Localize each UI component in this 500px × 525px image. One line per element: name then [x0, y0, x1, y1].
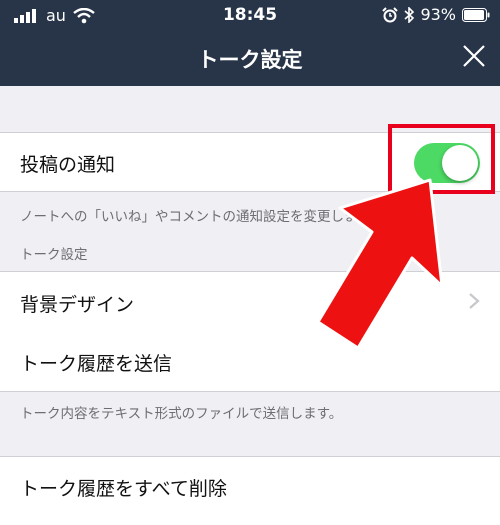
post-notify-label: 投稿の通知	[20, 154, 116, 176]
highlight-box	[388, 124, 495, 194]
alarm-icon	[382, 6, 399, 22]
send-history-row[interactable]: トーク履歴を送信	[0, 331, 500, 392]
bluetooth-icon	[404, 6, 415, 23]
page-title: トーク設定	[197, 48, 303, 72]
post-notify-note: ノートへの「いいね」やコメントの通知設定を変更します。	[20, 209, 384, 225]
status-right: 93%	[376, 5, 490, 24]
chevron-right-icon	[469, 293, 480, 309]
battery-icon	[462, 7, 490, 22]
status-bar: au 18:45 93%	[0, 0, 500, 30]
delete-history-row[interactable]: トーク履歴をすべて削除	[0, 456, 500, 525]
background-design-label: 背景デザイン	[20, 294, 135, 316]
delete-history-label: トーク履歴をすべて削除	[20, 478, 227, 500]
send-history-note: トーク内容をテキスト形式のファイルで送信します。	[20, 406, 343, 422]
close-icon[interactable]	[460, 42, 488, 70]
section-header: トーク設定	[20, 247, 88, 263]
battery-percent: 93%	[420, 5, 456, 24]
send-history-label: トーク履歴を送信	[20, 353, 173, 375]
background-design-row[interactable]: 背景デザイン	[0, 271, 500, 332]
nav-bar: トーク設定	[0, 30, 500, 86]
